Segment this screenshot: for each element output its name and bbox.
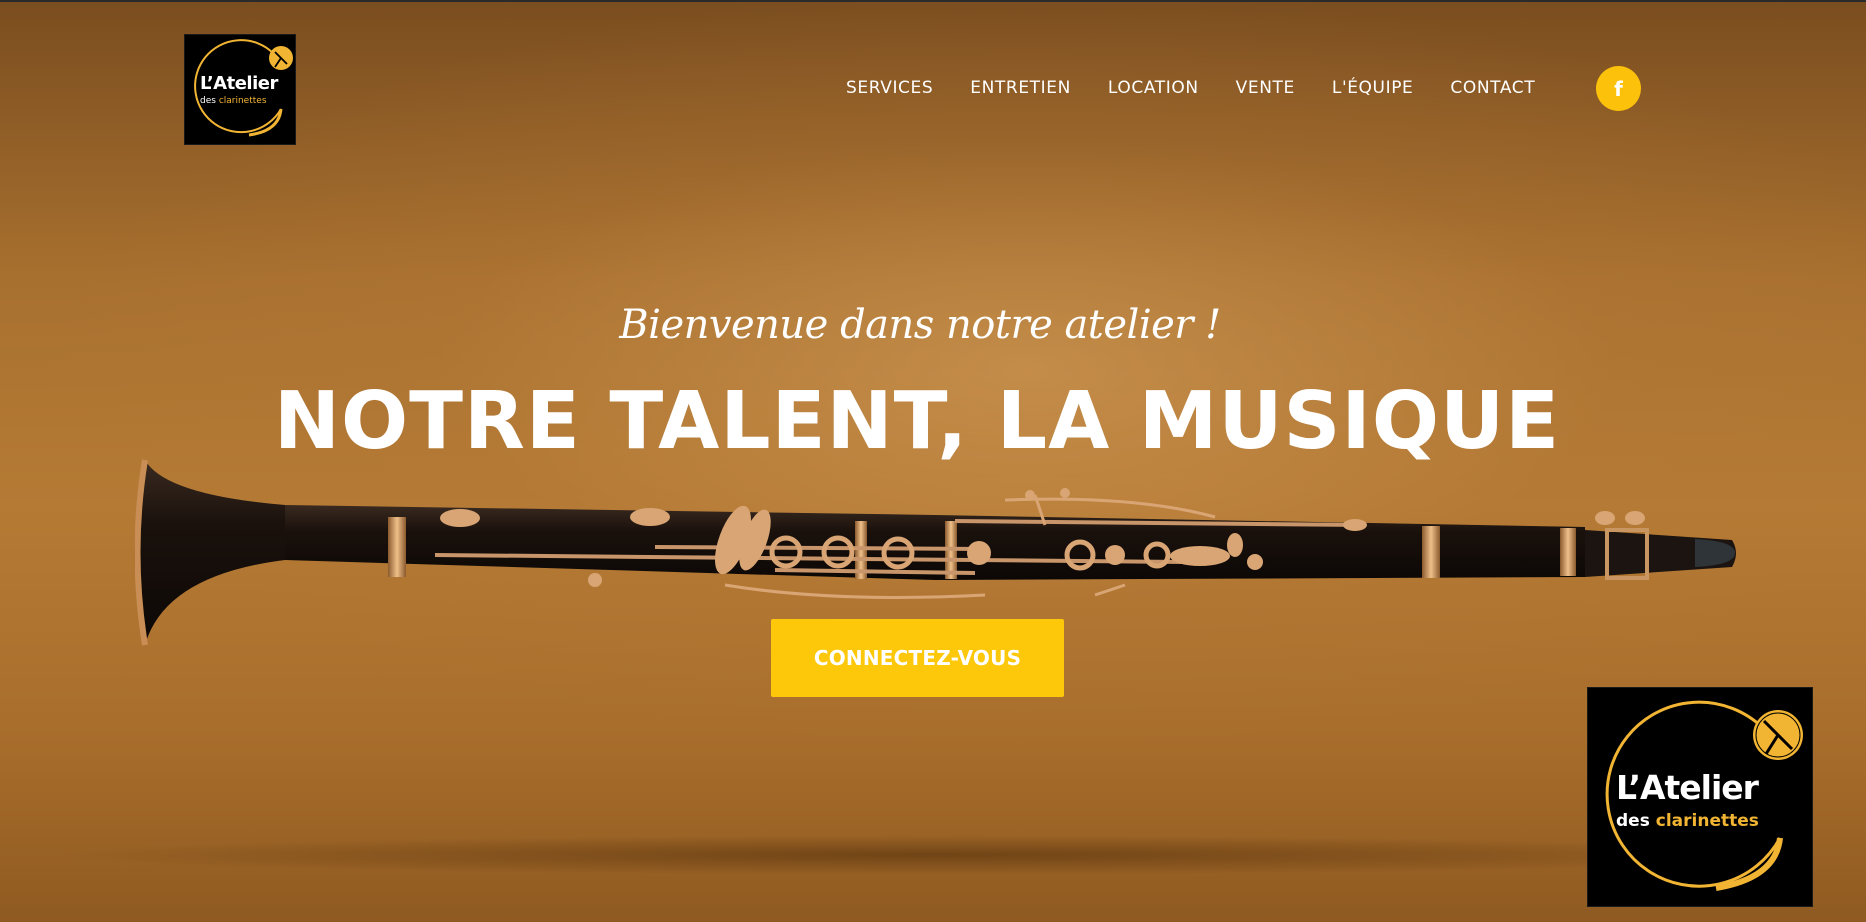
nav-contact[interactable]: CONTACT xyxy=(1450,78,1535,98)
logo-name-prefix: L’ xyxy=(200,73,214,94)
logo-subtitle: clarinettes xyxy=(1655,811,1759,831)
nav-vente[interactable]: VENTE xyxy=(1236,78,1295,98)
main-nav: SERVICES ENTRETIEN LOCATION VENTE L'ÉQUI… xyxy=(846,78,1553,98)
logo-subtitle-prefix: des xyxy=(200,96,219,106)
facebook-icon[interactable]: f xyxy=(1596,66,1641,111)
logo-subtitle-prefix: des xyxy=(1616,811,1656,831)
hero-section: L’Atelier des clarinettes SERVICES ENTRE… xyxy=(0,0,1866,922)
hero-tagline: Bienvenue dans notre atelier ! xyxy=(619,302,1221,348)
footer-logo[interactable]: L’Atelier des clarinettes xyxy=(1587,687,1813,907)
logo-subtitle: clarinettes xyxy=(218,96,267,106)
nav-entretien[interactable]: ENTRETIEN xyxy=(970,78,1071,98)
nav-equipe[interactable]: L'ÉQUIPE xyxy=(1332,78,1414,98)
connect-button[interactable]: CONNECTEZ-VOUS xyxy=(771,619,1064,697)
header-logo[interactable]: L’Atelier des clarinettes xyxy=(184,34,296,145)
floor-shadow xyxy=(40,835,1826,875)
hero-headline: NOTRE TALENT, LA MUSIQUE xyxy=(273,375,1561,467)
nav-services[interactable]: SERVICES xyxy=(846,78,933,98)
logo-name: Atelier xyxy=(213,73,278,94)
logo-name-prefix: L’ xyxy=(1616,768,1641,807)
logo-name: Atelier xyxy=(1639,768,1759,807)
nav-location[interactable]: LOCATION xyxy=(1108,78,1199,98)
